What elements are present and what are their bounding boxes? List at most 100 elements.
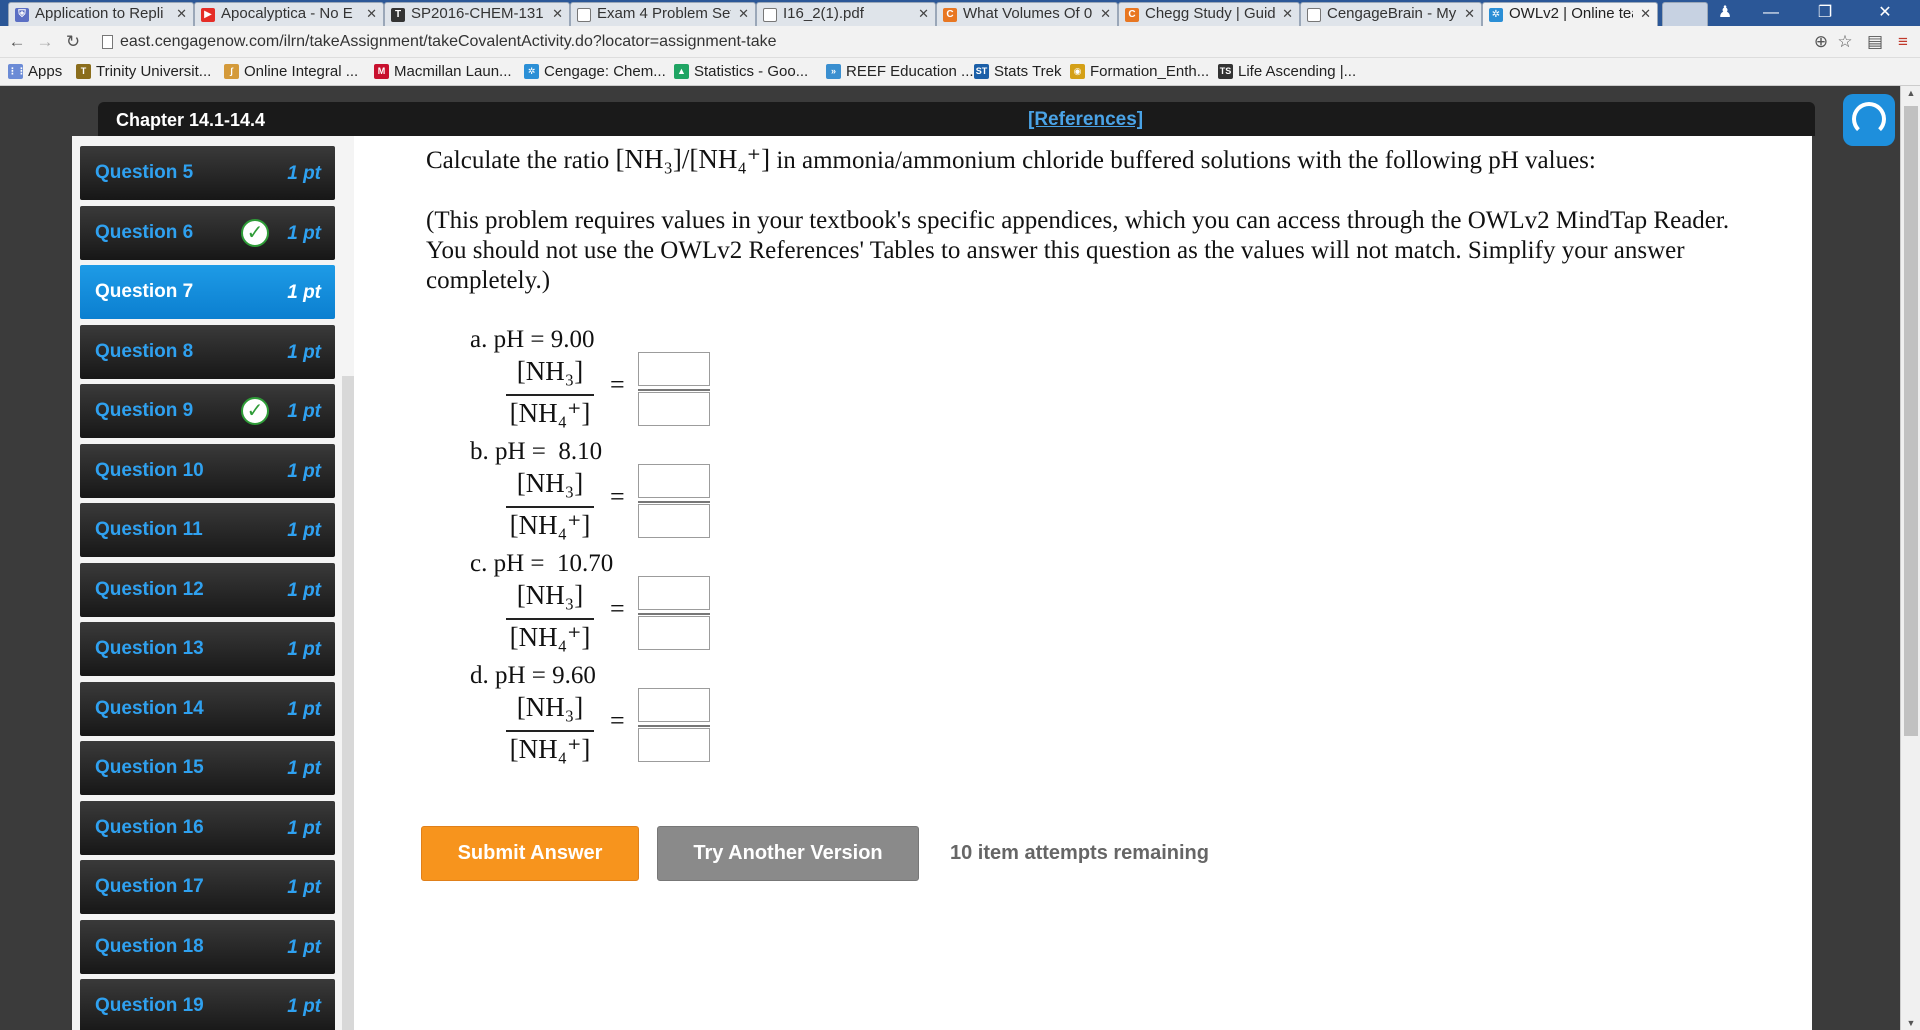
- references-link[interactable]: [References]: [1028, 109, 1143, 131]
- chegg-icon: C: [1125, 8, 1139, 22]
- sidebar-item-question[interactable]: Question 13 1 pt: [80, 622, 335, 676]
- answer-denominator-input[interactable]: [638, 616, 710, 650]
- question-sidebar: Question 5 1 pt Question 6 ✓ 1 pt Question 7 1…: [72, 136, 354, 1030]
- sidebar-item-question[interactable]: Question 12 1 pt: [80, 562, 335, 617]
- scrollbar-thumb[interactable]: [1904, 106, 1918, 736]
- question-prefix: Calculate the ratio: [426, 147, 610, 174]
- tab-title: OWLv2 | Online tea: [1509, 5, 1633, 22]
- close-icon[interactable]: ✕: [1282, 3, 1293, 25]
- part-label: d. pH = 9.60: [470, 662, 596, 689]
- bookmark-reef[interactable]: » REEF Education ...: [826, 63, 974, 81]
- bookmark-cengage-chem[interactable]: ✲ Cengage: Chem...: [524, 63, 666, 81]
- fraction-numerator: [NH₃]: [516, 468, 584, 498]
- sidebar-item-question[interactable]: Question 6 ✓ 1 pt: [80, 205, 335, 260]
- close-icon[interactable]: ✕: [1100, 3, 1111, 25]
- browser-tab-4[interactable]: I16_2(1).pdf ✕: [756, 2, 936, 26]
- tab-title: SP2016-CHEM-131: [411, 5, 544, 22]
- back-arrow-icon[interactable]: ←: [6, 30, 28, 54]
- browser-tab-2[interactable]: T SP2016-CHEM-131 ✕: [384, 2, 570, 26]
- zoom-icon[interactable]: ⊕: [1810, 30, 1832, 54]
- forward-arrow-icon[interactable]: →: [34, 30, 56, 54]
- question-points: 1 pt: [287, 401, 321, 422]
- answer-denominator-input[interactable]: [638, 504, 710, 538]
- scroll-up-arrow-icon[interactable]: ▲: [1901, 88, 1920, 98]
- question-label: Question 17: [95, 876, 204, 897]
- browser-tab-5[interactable]: C What Volumes Of 0 ✕: [936, 2, 1118, 26]
- sidebar-item-question[interactable]: Question 19 1 pt: [80, 979, 335, 1030]
- bookmark-trinity[interactable]: T Trinity Universit...: [76, 63, 211, 81]
- trinity-icon: T: [391, 8, 405, 22]
- page-scrollbar[interactable]: ▲ ▼: [1900, 86, 1920, 1030]
- window-close-icon[interactable]: ✕: [1862, 0, 1908, 26]
- submit-answer-button[interactable]: Submit Answer: [421, 826, 639, 881]
- bookmark-online-integral[interactable]: ∫ Online Integral ...: [224, 63, 358, 81]
- close-icon[interactable]: ✕: [366, 3, 377, 25]
- help-chat-icon[interactable]: [1843, 94, 1895, 146]
- try-another-version-button[interactable]: Try Another Version: [657, 826, 919, 881]
- restore-icon[interactable]: ❐: [1802, 0, 1848, 26]
- reload-icon[interactable]: ↻: [62, 30, 84, 54]
- close-icon[interactable]: ✕: [176, 3, 187, 25]
- menu-icon[interactable]: ≡: [1892, 30, 1914, 54]
- sidebar-item-question[interactable]: Question 14 1 pt: [80, 681, 335, 736]
- address-bar[interactable]: east.cengagenow.com/ilrn/takeAssignment/…: [98, 30, 1798, 54]
- answer-numerator-input[interactable]: [638, 688, 710, 722]
- browser-tab-3[interactable]: Exam 4 Problem Set ✕: [570, 2, 756, 26]
- browser-toolbar: ← → ↻ east.cengagenow.com/ilrn/takeAssig…: [0, 26, 1920, 58]
- bookmark-life-ascending[interactable]: TS Life Ascending |...: [1218, 63, 1356, 81]
- close-icon[interactable]: ✕: [552, 3, 563, 25]
- browser-tab-0[interactable]: ⛨ Application to Repli ✕: [8, 2, 194, 26]
- sidebar-item-question[interactable]: Question 7 1 pt: [80, 265, 335, 319]
- equals-sign: =: [610, 706, 625, 735]
- answer-denominator-input[interactable]: [638, 392, 710, 426]
- sidebar-item-question[interactable]: Question 11 1 pt: [80, 503, 335, 557]
- fraction-numerator: [NH₃]: [516, 580, 584, 610]
- sidebar-item-question[interactable]: Question 16 1 pt: [80, 800, 335, 855]
- star-icon[interactable]: ☆: [1834, 30, 1856, 54]
- extension-icon[interactable]: ▤: [1864, 30, 1886, 54]
- minimize-icon[interactable]: —: [1748, 0, 1794, 26]
- bookmark-stats-trek[interactable]: ST Stats Trek: [974, 63, 1062, 81]
- part-label: b. pH = 8.10: [470, 438, 603, 465]
- page-icon: [102, 35, 113, 49]
- bookmark-statistics[interactable]: ▲ Statistics - Goo...: [674, 63, 808, 81]
- fraction-numerator: [NH₃]: [516, 356, 584, 386]
- answer-numerator-input[interactable]: [638, 352, 710, 386]
- fraction-denominator: [NH₄⁺]: [509, 398, 591, 428]
- sidebar-item-question[interactable]: Question 15 1 pt: [80, 741, 335, 795]
- tab-title: Exam 4 Problem Set: [597, 5, 731, 22]
- tab-title: I16_2(1).pdf: [783, 5, 864, 22]
- close-icon[interactable]: ✕: [738, 3, 749, 25]
- sidebar-item-question[interactable]: Question 5 1 pt: [80, 146, 335, 200]
- fraction-denominator: [NH₄⁺]: [509, 510, 591, 540]
- answer-numerator-input[interactable]: [638, 464, 710, 498]
- bookmark-macmillan[interactable]: M Macmillan Laun...: [374, 63, 512, 81]
- sidebar-item-question[interactable]: Question 10 1 pt: [80, 443, 335, 498]
- browser-tab-8[interactable]: ✲ OWLv2 | Online tea ✕: [1482, 2, 1658, 26]
- equals-sign: =: [610, 370, 625, 399]
- browser-tab-7[interactable]: CengageBrain - My ✕: [1300, 2, 1482, 26]
- formation-icon: ◉: [1070, 64, 1085, 79]
- close-icon[interactable]: ✕: [918, 3, 929, 25]
- browser-tab-6[interactable]: C Chegg Study | Guid ✕: [1118, 2, 1300, 26]
- browser-tab-1[interactable]: ▶ Apocalyptica - No E ✕: [194, 2, 384, 26]
- close-icon[interactable]: ✕: [1464, 3, 1475, 25]
- sidebar-item-question[interactable]: Question 18 1 pt: [80, 919, 335, 974]
- close-icon[interactable]: ✕: [1640, 3, 1651, 25]
- answer-numerator-input[interactable]: [638, 576, 710, 610]
- answer-fraction-bar: [638, 725, 710, 727]
- sidebar-item-question[interactable]: Question 17 1 pt: [80, 860, 335, 914]
- question-points: 1 pt: [287, 698, 321, 720]
- scroll-down-arrow-icon[interactable]: ▼: [1901, 1018, 1920, 1028]
- bookmark-apps[interactable]: ⋮⋮ Apps: [8, 63, 62, 81]
- answer-denominator-input[interactable]: [638, 728, 710, 762]
- sidebar-scrollbar[interactable]: [342, 376, 354, 1030]
- question-label: Question 15: [95, 757, 204, 778]
- sidebar-item-question[interactable]: Question 8 1 pt: [80, 324, 335, 379]
- sidebar-item-question[interactable]: Question 9 ✓ 1 pt: [80, 384, 335, 438]
- reef-icon: »: [826, 64, 841, 79]
- profile-icon[interactable]: ♟: [1702, 0, 1748, 26]
- equals-sign: =: [610, 594, 625, 623]
- bookmark-formation[interactable]: ◉ Formation_Enth...: [1070, 63, 1209, 81]
- document-icon: [1307, 8, 1321, 22]
